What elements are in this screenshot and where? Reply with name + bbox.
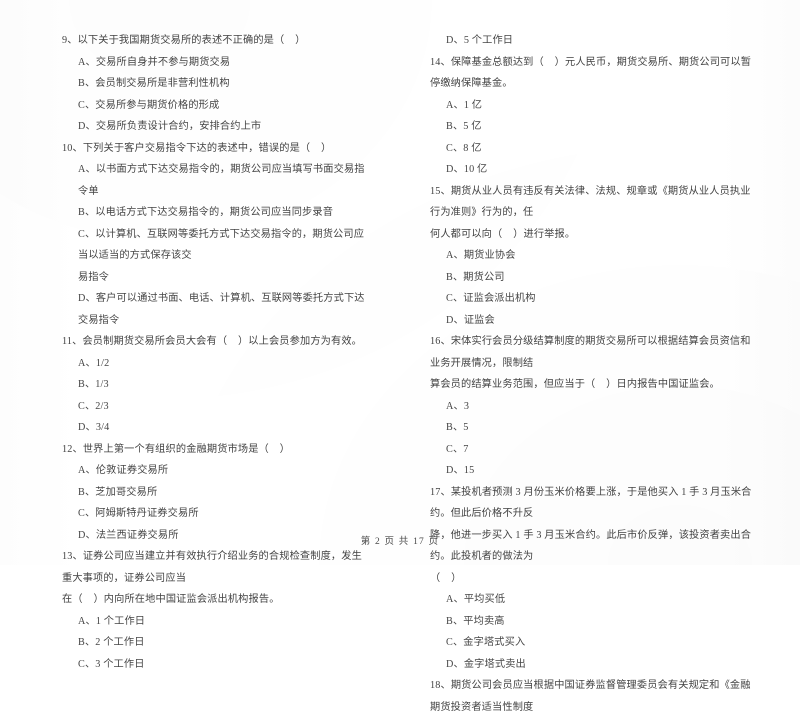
option-b: B、5 亿 bbox=[446, 121, 482, 132]
question-stem: 11、会员制期货交易所会员大会有（ ）以上会员参加方为有效。 bbox=[62, 336, 363, 347]
option-d: D、客户可以通过书面、电话、计算机、互联网等委托方式下达交易指令 bbox=[78, 293, 365, 326]
right-column: D、5 个工作日 14、保障基金总额达到（ ）元人民币，期货交易所、期货公司可以… bbox=[400, 30, 800, 718]
question-15: 15、期货从业人员有违反有关法律、法规、规章或《期货从业人员执业行为准则》行为的… bbox=[430, 181, 760, 332]
option-d: D、证监会 bbox=[446, 314, 495, 326]
question-stem: 9、以下关于我国期货交易所的表述不正确的是（ ） bbox=[62, 35, 306, 46]
option-b: B、期货公司 bbox=[446, 271, 505, 283]
left-column: 9、以下关于我国期货交易所的表述不正确的是（ ） A、交易所自身并不参与期货交易… bbox=[0, 30, 400, 718]
option-c: C、金字塔式买入 bbox=[446, 637, 526, 648]
option-a: A、平均买低 bbox=[446, 594, 506, 605]
option-a: A、以书面方式下达交易指令的，期货公司应当填写书面交易指令单 bbox=[78, 164, 365, 197]
question-stem: 18、期货公司会员应当根据中国证券监督管理委员会有关规定和《金融期货投资者适当性… bbox=[430, 680, 751, 713]
option-c: C、8 亿 bbox=[446, 142, 482, 154]
option-c: C、证监会派出机构 bbox=[446, 293, 536, 304]
question-stem: 10、下列关于客户交易指令下达的表述中，错误的是（ ） bbox=[62, 142, 332, 154]
two-column-layout: 9、以下关于我国期货交易所的表述不正确的是（ ） A、交易所自身并不参与期货交易… bbox=[0, 30, 800, 718]
question-11: 11、会员制期货交易所会员大会有（ ）以上会员参加方为有效。 A、1/2 B、1… bbox=[62, 331, 372, 439]
option-a: A、1 亿 bbox=[446, 99, 483, 111]
option-b: B、1/3 bbox=[78, 379, 109, 390]
option-a: A、伦敦证券交易所 bbox=[78, 465, 169, 476]
question-12: 12、世界上第一个有组织的金融期货市场是（ ） A、伦敦证券交易所 B、芝加哥交… bbox=[62, 439, 372, 547]
option-c: C、以计算机、互联网等委托方式下达交易指令的，期货公司应当以适当的方式保存该交 … bbox=[78, 228, 365, 283]
option-a: A、3 bbox=[446, 400, 470, 412]
question-9: 9、以下关于我国期货交易所的表述不正确的是（ ） A、交易所自身并不参与期货交易… bbox=[62, 30, 372, 138]
option-d: D、10 亿 bbox=[446, 164, 488, 175]
option-b: B、5 bbox=[446, 422, 469, 433]
question-17: 17、某投机者预测 3 月份玉米价格要上涨，于是他买入 1 手 3 月玉米合约。… bbox=[430, 482, 760, 676]
option-d-continued: D、5 个工作日 bbox=[446, 35, 514, 46]
option-c: C、交易所参与期货价格的形成 bbox=[78, 99, 220, 111]
option-a: A、1 个工作日 bbox=[78, 615, 146, 627]
option-b: B、以电话方式下达交易指令的，期货公司应当同步录音 bbox=[78, 207, 334, 218]
page-footer: 第 2 页 共 17 页 bbox=[360, 537, 440, 547]
option-b: B、2 个工作日 bbox=[78, 637, 145, 648]
option-c: C、阿姆斯特丹证券交易所 bbox=[78, 508, 199, 519]
option-d: D、15 bbox=[446, 465, 475, 476]
question-stem: 15、期货从业人员有违反有关法律、法规、规章或《期货从业人员执业行为准则》行为的… bbox=[430, 185, 751, 240]
option-b: B、平均卖高 bbox=[446, 615, 505, 627]
question-16: 16、宋体实行会员分级结算制度的期货交易所可以根据结算会员资信和业务开展情况，限… bbox=[430, 331, 760, 482]
question-10: 10、下列关于客户交易指令下达的表述中，错误的是（ ） A、以书面方式下达交易指… bbox=[62, 138, 372, 332]
option-d: D、交易所负责设计合约，安排合约上市 bbox=[78, 121, 262, 132]
option-b: B、芝加哥交易所 bbox=[78, 486, 158, 498]
question-stem: 14、保障基金总额达到（ ）元人民币，期货交易所、期货公司可以暂停缴纳保障基金。 bbox=[430, 56, 752, 90]
option-a: A、期货业协会 bbox=[446, 250, 516, 261]
option-c: C、7 bbox=[446, 443, 469, 455]
document-page: 9、以下关于我国期货交易所的表述不正确的是（ ） A、交易所自身并不参与期货交易… bbox=[0, 0, 800, 713]
question-stem: 13、证券公司应当建立并有效执行介绍业务的合规检查制度，发生重大事项的，证券公司… bbox=[62, 551, 362, 605]
option-d: D、3/4 bbox=[78, 422, 110, 433]
question-stem: 12、世界上第一个有组织的金融期货市场是（ ） bbox=[62, 443, 291, 455]
question-13: 13、证券公司应当建立并有效执行介绍业务的合规检查制度，发生重大事项的，证券公司… bbox=[62, 546, 372, 675]
option-b: B、会员制交易所是非营利性机构 bbox=[78, 78, 230, 89]
option-d: D、金字塔式卖出 bbox=[446, 658, 526, 670]
option-c: C、3 个工作日 bbox=[78, 658, 145, 670]
option-a: A、交易所自身并不参与期货交易 bbox=[78, 56, 231, 68]
question-14: 14、保障基金总额达到（ ）元人民币，期货交易所、期货公司可以暂停缴纳保障基金。… bbox=[430, 52, 760, 181]
question-18: 18、期货公司会员应当根据中国证券监督管理委员会有关规定和《金融期货投资者适当性… bbox=[430, 675, 760, 718]
option-a: A、1/2 bbox=[78, 357, 110, 369]
option-c: C、2/3 bbox=[78, 400, 109, 412]
question-stem: 16、宋体实行会员分级结算制度的期货交易所可以根据结算会员资信和业务开展情况，限… bbox=[430, 336, 751, 390]
